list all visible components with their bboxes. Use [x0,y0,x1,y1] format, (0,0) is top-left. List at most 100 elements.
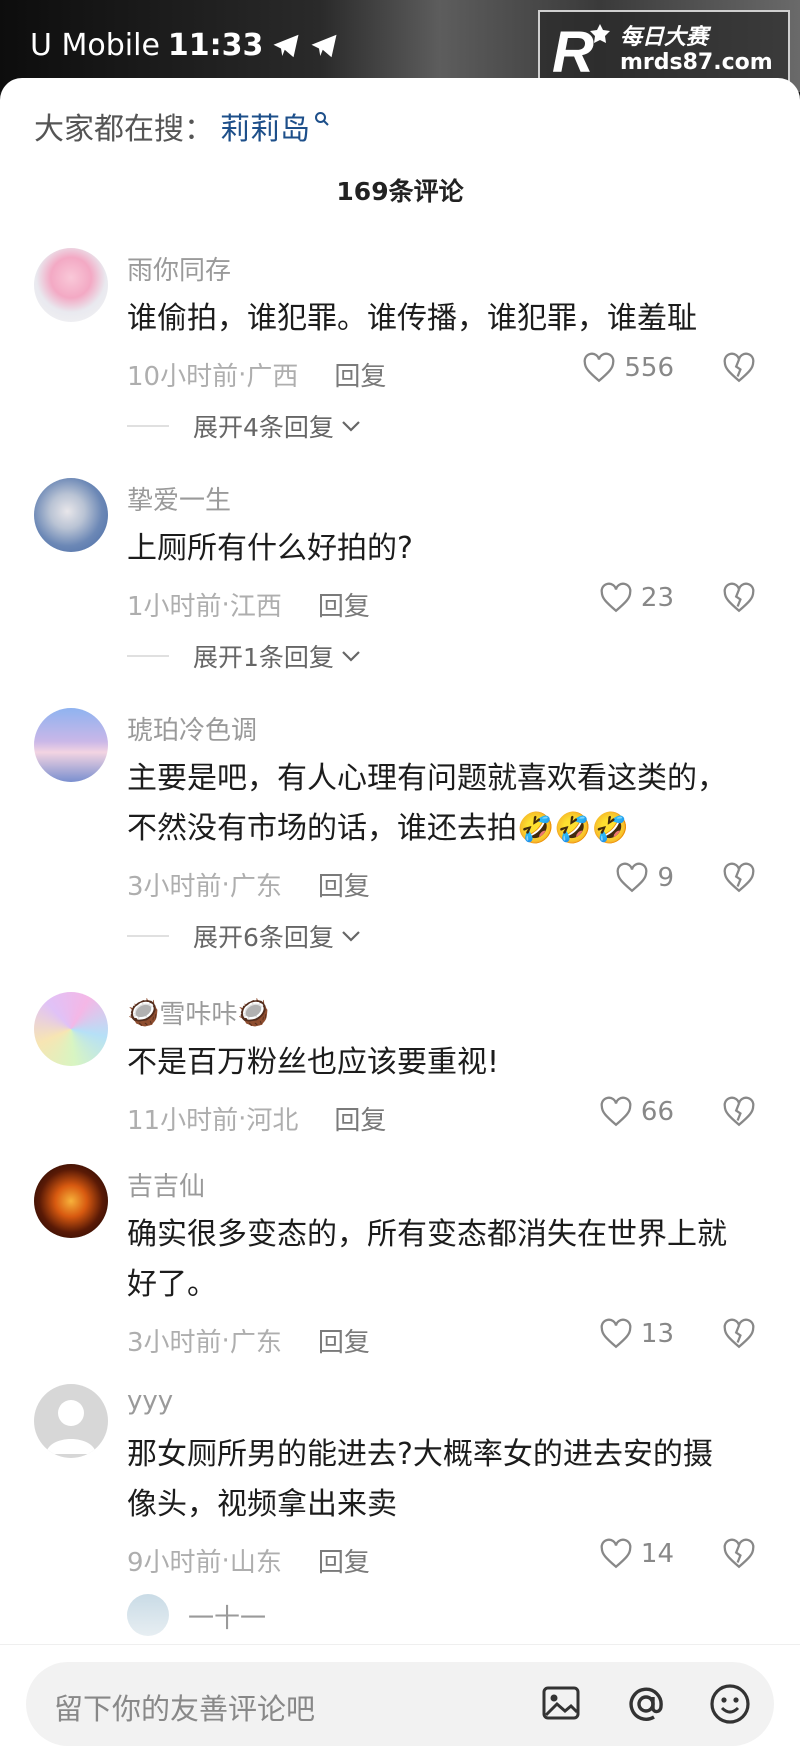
hot-search-bar[interactable]: 大家都在搜： 莉莉岛 [34,104,330,148]
like-count: 23 [640,583,674,613]
status-left: U Mobile 11:33 [30,28,339,63]
comments-sheet: 大家都在搜： 莉莉岛 169条评论 雨你同存 谁偷拍，谁犯罪。谁传播，谁犯罪，谁… [0,78,800,1764]
comment-text[interactable]: 不是百万粉丝也应该要重视! [127,1038,767,1088]
avatar[interactable] [127,1594,169,1636]
comment-text-line: 确实很多变态的，所有变态都消失在世界上就 [127,1217,727,1252]
comment-location: 广东 [229,872,282,902]
reply-button[interactable]: 回复 [334,356,386,393]
comment-input-bar[interactable]: 留下你的友善评论吧 [26,1662,774,1746]
comment-input-placeholder[interactable]: 留下你的友善评论吧 [54,1686,315,1728]
comment-text[interactable]: 谁偷拍，谁犯罪。谁传播，谁犯罪，谁羞耻 [127,294,767,344]
comment-text-line: 好了。 [127,1267,217,1302]
broken-heart-icon[interactable] [722,862,756,894]
like-count: 13 [640,1319,674,1349]
like-button[interactable]: 556 [582,352,674,384]
heart-icon [600,582,632,613]
avatar[interactable] [34,248,108,322]
heart-icon [583,352,615,383]
comment-time: 10小时前 [127,362,239,392]
avatar[interactable] [34,478,108,552]
meta-separator: · [238,1103,247,1134]
comment-location: 河北 [246,1106,299,1136]
broken-heart-icon[interactable] [722,1318,756,1350]
comment-meta: 10小时前 · 广西 回复 [127,356,386,393]
comment-meta: 3小时前 · 广东 回复 [127,1322,370,1359]
expand-label: 展开4条回复 [193,413,334,442]
expand-replies[interactable]: 展开1条回复 [127,638,362,674]
hot-search-label: 大家都在搜： [34,112,214,147]
comment-text[interactable]: 主要是吧，有人心理有问题就喜欢看这类的， 不然没有市场的话，谁还去拍🤣🤣🤣 [127,754,767,854]
comment-location: 广西 [246,362,299,392]
broken-heart-icon[interactable] [722,582,756,614]
comment-text[interactable]: 确实很多变态的，所有变态都消失在世界上就 好了。 [127,1210,767,1310]
meta-separator: · [221,589,230,620]
avatar[interactable] [34,1384,108,1458]
comment-username[interactable]: 雨你同存 [127,250,231,287]
avatar[interactable] [34,708,108,782]
reply-button[interactable]: 回复 [334,1100,386,1137]
comment-count-title: 169条评论 [336,177,464,206]
comment-text-line: 那女厕所男的能进去?大概率女的进去安的摄 [127,1437,713,1472]
image-icon[interactable] [540,1682,582,1724]
comment-location: 江西 [229,592,282,622]
chevron-down-icon [342,931,360,942]
chevron-down-icon [342,421,360,432]
input-divider [0,1644,800,1645]
default-avatar-icon [46,1400,96,1454]
avatar[interactable] [34,992,108,1066]
comment-text[interactable]: 上厕所有什么好拍的? [127,524,767,574]
coconut-emoji: 🥥 [127,997,160,1028]
comment-time: 11小时前 [127,1106,239,1136]
comment-username[interactable]: yyy [127,1386,173,1416]
carrier-name: U Mobile [30,28,160,63]
comment-username[interactable]: 🥥 雪咔咔 🥥 [127,994,270,1031]
comment-time: 1小时前 [127,592,222,622]
like-button[interactable]: 66 [599,1096,674,1128]
avatar[interactable] [34,1164,108,1238]
like-count: 9 [657,863,674,893]
telegram-icon [273,34,299,57]
comment-text-line: 不然没有市场的话，谁还去拍🤣🤣🤣 [127,804,767,854]
watermark-logo: R [552,20,610,80]
broken-heart-icon[interactable] [722,1096,756,1128]
comment-text[interactable]: 那女厕所男的能进去?大概率女的进去安的摄 像头，视频拿出来卖 [127,1430,767,1530]
comment-time: 3小时前 [127,872,222,902]
like-count: 556 [624,353,674,383]
chevron-down-icon [342,651,360,662]
meta-separator: · [238,359,247,390]
expand-replies[interactable]: 展开6条回复 [127,918,362,954]
comment-username-text: 雪咔咔 [159,1000,238,1030]
comment-text-line: 主要是吧，有人心理有问题就喜欢看这类的， [127,761,727,796]
clock: 11:33 [167,28,264,63]
meta-separator: · [221,1545,230,1576]
expand-divider [127,425,169,427]
reply-button[interactable]: 回复 [318,1322,370,1359]
broken-heart-icon[interactable] [722,1538,756,1570]
broken-heart-icon[interactable] [722,352,756,384]
watermark-cn: 每日大赛 [620,24,709,50]
expand-label: 展开6条回复 [193,923,334,952]
comment-username[interactable]: 一十一 [188,1598,266,1635]
expand-label: 展开1条回复 [193,643,334,672]
watermark-logo-letter: R [552,20,594,80]
at-icon[interactable] [624,1682,668,1726]
comment-username[interactable]: 吉吉仙 [127,1166,205,1203]
comment-meta: 3小时前 · 广东 回复 [127,866,370,903]
telegram-icon [311,34,337,57]
hot-search-keyword[interactable]: 莉莉岛 [220,104,310,148]
reply-button[interactable]: 回复 [318,866,370,903]
like-button[interactable]: 23 [599,582,674,614]
like-button[interactable]: 13 [599,1318,674,1350]
like-count: 66 [640,1097,674,1127]
like-button[interactable]: 14 [599,1538,674,1570]
like-button[interactable]: 9 [615,862,674,894]
expand-replies[interactable]: 展开4条回复 [127,408,362,444]
emoji-icon[interactable] [708,1682,752,1726]
heart-icon [600,1538,632,1569]
meta-separator: · [221,869,230,900]
reply-button[interactable]: 回复 [318,586,370,623]
comment-username[interactable]: 挚爱一生 [127,480,231,517]
watermark-url: mrds87.com [620,50,773,75]
reply-button[interactable]: 回复 [318,1542,370,1579]
comment-username[interactable]: 琥珀冷色调 [127,710,257,747]
